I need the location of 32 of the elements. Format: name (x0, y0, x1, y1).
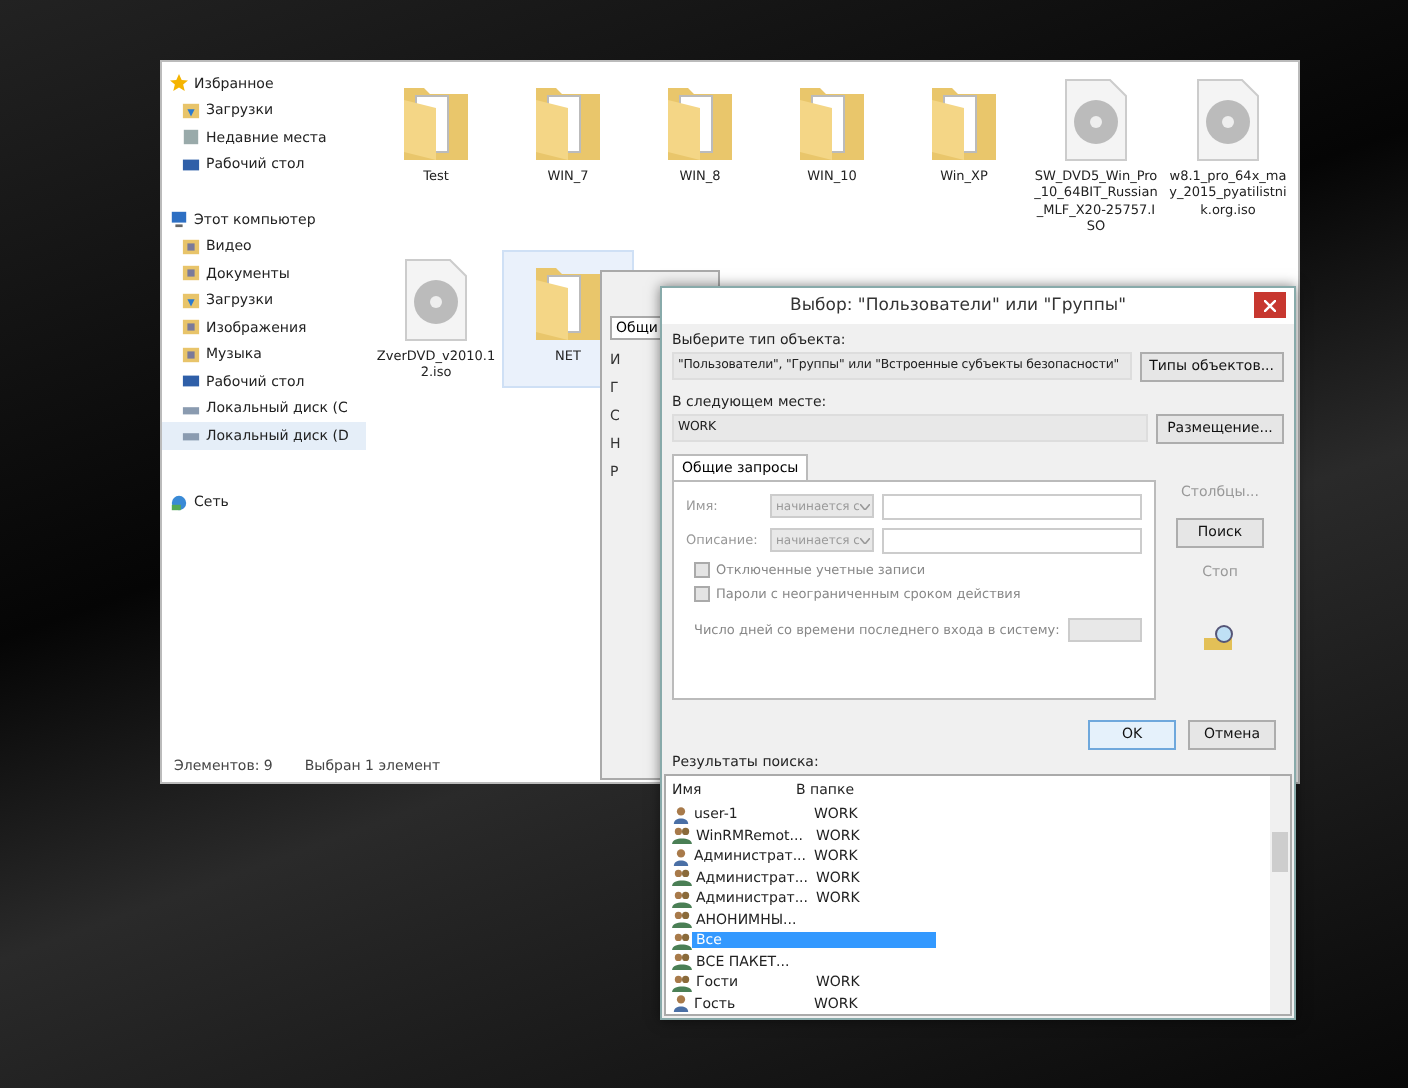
dialog-title: Выбор: "Пользователи" или "Группы" (787, 295, 1129, 316)
user-icon (672, 805, 690, 824)
users-icon (672, 973, 692, 992)
close-icon (1264, 299, 1276, 312)
users-icon (672, 868, 692, 887)
users-icon (672, 931, 692, 950)
user-icon (672, 994, 690, 1013)
users-icon (672, 910, 692, 929)
disc-image-file-icon (400, 255, 472, 344)
name-input-field[interactable] (882, 493, 1142, 519)
checkbox[interactable] (694, 561, 710, 577)
user-icon (672, 847, 690, 866)
chevron-down-icon (859, 503, 870, 509)
chevron-down-icon (859, 537, 870, 543)
description-input-field[interactable] (882, 527, 1142, 553)
users-icon (672, 889, 692, 908)
close-button[interactable] (1254, 292, 1286, 319)
monitor-icon (170, 210, 188, 229)
download-folder-icon (182, 291, 200, 310)
scrollbar[interactable] (1270, 775, 1290, 1014)
download-folder-icon (182, 101, 200, 120)
checkbox[interactable] (694, 585, 710, 601)
days-dropdown[interactable] (1067, 617, 1142, 641)
users-icon (672, 826, 692, 845)
desktop-icon (182, 372, 200, 391)
globe-icon (170, 493, 188, 512)
star-icon (170, 74, 188, 93)
desktop-icon (182, 155, 200, 174)
users-icon (672, 952, 692, 971)
disc-image-file-icon (1192, 76, 1264, 164)
disc-image-file-icon (1060, 76, 1132, 164)
recent-places-icon (182, 128, 200, 147)
